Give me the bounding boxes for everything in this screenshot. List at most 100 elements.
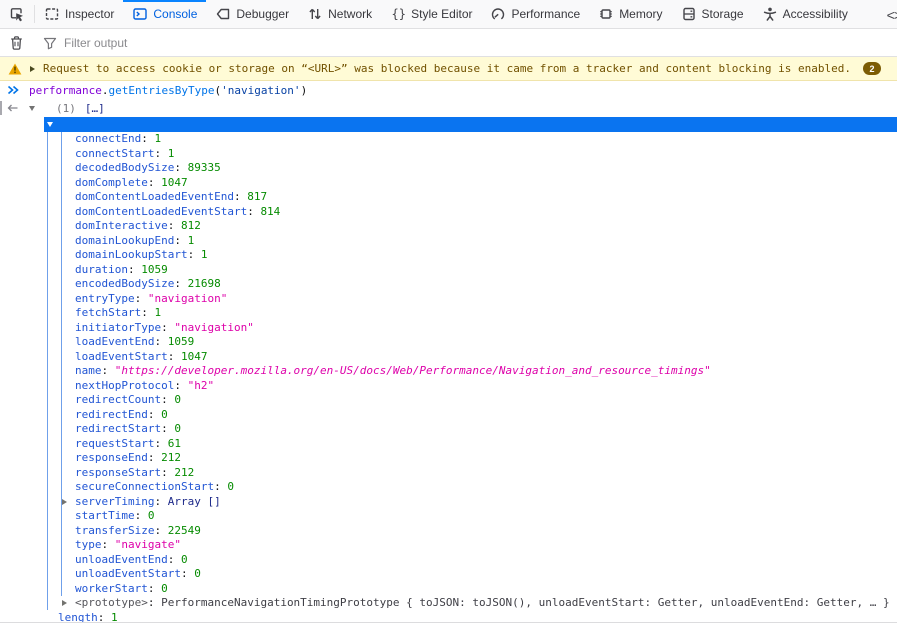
colon: : [214,480,227,493]
colon: : [234,190,247,203]
property-row-type[interactable]: type: "navigate" [0,538,897,553]
performance-icon [490,6,506,22]
property-row-loadEventStart[interactable]: loadEventStart: 1047 [0,350,897,365]
tab-label: Inspector [65,7,114,21]
tab-label: Console [153,7,197,21]
property-value: 0 [194,567,201,580]
expand-caret-icon[interactable] [30,66,35,72]
command-code: performance.getEntriesByType('navigation… [29,84,307,97]
property-row-domContentLoadedEventStart[interactable]: domContentLoadedEventStart: 814 [0,205,897,220]
colon: : [102,364,115,377]
tab-memory[interactable]: Memory [589,0,671,28]
colon: : [154,147,167,160]
property-row-serverTiming[interactable]: serverTiming: Array [] [0,495,897,510]
property-row-requestStart[interactable]: requestStart: 61 [0,437,897,452]
property-row-unloadEventEnd[interactable]: unloadEventEnd: 0 [0,553,897,568]
property-row-domainLookupStart[interactable]: domainLookupStart: 1 [0,248,897,263]
property-row-domComplete[interactable]: domComplete: 1047 [0,176,897,191]
expand-caret-icon[interactable] [62,499,67,505]
property-row-domInteractive[interactable]: domInteractive: 812 [0,219,897,234]
property-row-connectEnd[interactable]: connectEnd: 1 [0,132,897,147]
property-row-entryType[interactable]: entryType: "navigation" [0,292,897,307]
colon: : [154,524,167,537]
colon: : [148,582,161,595]
property-row-loadEventEnd[interactable]: loadEventEnd: 1059 [0,335,897,350]
property-row-initiatorType[interactable]: initiatorType: "navigation" [0,321,897,336]
property-name: connectEnd [75,132,141,145]
property-row-redirectEnd[interactable]: redirectEnd: 0 [0,408,897,423]
tab-storage[interactable]: Storage [672,0,753,28]
property-row-domContentLoadedEventEnd[interactable]: domContentLoadedEventEnd: 817 [0,190,897,205]
property-row-domainLookupEnd[interactable]: domainLookupEnd: 1 [0,234,897,249]
property-row-nextHopProtocol[interactable]: nextHopProtocol: "h2" [0,379,897,394]
tab-label: Accessibility [783,7,848,21]
property-row-duration[interactable]: duration: 1059 [0,263,897,278]
evaluated-command-row[interactable]: performance.getEntriesByType('navigation… [0,81,897,99]
overflow-chevrons-icon[interactable]: <> [887,0,897,29]
property-name: responseEnd [75,451,148,464]
colon: : [174,161,187,174]
tab-console[interactable]: Console [123,0,206,28]
inspector-icon [44,6,60,22]
colon: : [128,263,141,276]
colon: : [174,234,187,247]
code-punct: ) [301,84,308,97]
filter-output-input[interactable]: Filter output [43,36,897,50]
property-value: 812 [181,219,201,232]
property-row-secureConnectionStart[interactable]: secureConnectionStart: 0 [0,480,897,495]
console-icon [132,6,148,22]
evaluation-result-row[interactable]: (1) […] [0,99,897,117]
tab-style-editor[interactable]: {}Style Editor [381,0,481,28]
colon: : [148,451,161,464]
tab-inspector[interactable]: Inspector [35,0,123,28]
property-row-encodedBodySize[interactable]: encodedBodySize: 21698 [0,277,897,292]
property-value: 1047 [181,350,208,363]
debugger-icon [215,6,231,22]
selected-object-row[interactable]: 0:PerformanceNavigationTiming [44,117,897,132]
warning-triangle-icon [8,63,22,75]
filter-placeholder-text: Filter output [64,36,127,50]
property-row-decodedBodySize[interactable]: decodedBodySize: 89335 [0,161,897,176]
property-value: PerformanceNavigationTimingPrototype { t… [161,596,889,609]
console-input-area[interactable] [0,623,897,628]
warning-message-row[interactable]: Request to access cookie or storage on “… [0,57,897,81]
property-name: <prototype> [75,596,148,609]
tab-accessibility[interactable]: Accessibility [753,0,857,28]
collapse-caret-icon[interactable] [47,122,53,127]
property-value: 1 [154,132,161,145]
property-value: 0 [174,393,181,406]
colon: : [161,393,174,406]
tab-debugger[interactable]: Debugger [206,0,298,28]
colon: : [161,466,174,479]
property-value: 0 [227,480,234,493]
property-name: secureConnectionStart [75,480,214,493]
property-row-responseEnd[interactable]: responseEnd: 212 [0,451,897,466]
property-row-redirectCount[interactable]: redirectCount: 0 [0,393,897,408]
expand-caret-icon[interactable] [62,600,67,606]
property-row-responseStart[interactable]: responseStart: 212 [0,466,897,481]
property-row-workerStart[interactable]: workerStart: 0 [0,582,897,597]
property-row-unloadEventStart[interactable]: unloadEventStart: 0 [0,567,897,582]
property-row-connectStart[interactable]: connectStart: 1 [0,147,897,162]
code-variable: performance [29,84,102,97]
prototype-row[interactable]: <prototype>: PerformanceNavigationTiming… [0,596,897,611]
property-row-name[interactable]: name: "https://developer.mozilla.org/en-… [0,364,897,379]
tab-performance[interactable]: Performance [481,0,589,28]
property-name: domComplete [75,176,148,189]
array-preview-label: […] [85,102,105,115]
property-row-redirectStart[interactable]: redirectStart: 0 [0,422,897,437]
accessibility-icon [762,6,778,22]
clear-console-button[interactable] [0,35,32,51]
property-value: 22549 [168,524,201,537]
network-icon [307,6,323,22]
colon: : [154,495,167,508]
property-row-transferSize[interactable]: transferSize: 22549 [0,524,897,539]
element-picker-button[interactable] [0,0,34,28]
property-row-fetchStart[interactable]: fetchStart: 1 [0,306,897,321]
array-length-label: (1) [56,102,76,115]
collapse-caret-icon[interactable] [29,106,35,111]
property-row-startTime[interactable]: startTime: 0 [0,509,897,524]
tab-network[interactable]: Network [298,0,381,28]
property-value: 1 [168,147,175,160]
property-value: 0 [181,553,188,566]
